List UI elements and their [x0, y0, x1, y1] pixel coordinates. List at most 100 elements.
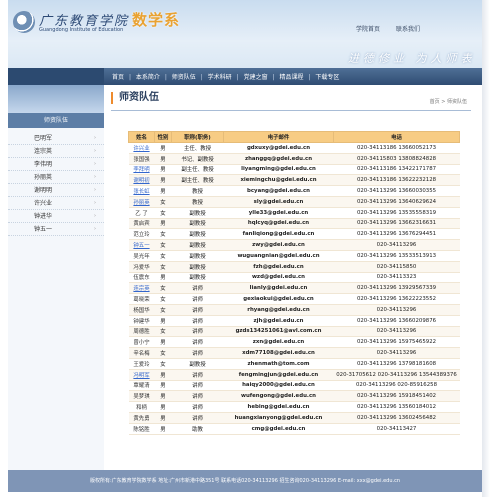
- staff-phone: 020-34113296 13798181608: [333, 358, 460, 370]
- staff-phone: 020-34113296 13929567339: [333, 282, 460, 295]
- chevron-right-icon: ›: [94, 135, 96, 141]
- staff-title: 讲师: [171, 347, 224, 359]
- header-email: 电子邮件: [223, 131, 334, 143]
- staff-email: wufengong@gdei.edu.cn: [223, 390, 334, 403]
- staff-phone: 020-34113296 13660209876: [333, 315, 460, 327]
- staff-name[interactable]: 连宗英: [128, 282, 155, 295]
- staff-sex: 男: [154, 380, 172, 392]
- breadcrumb[interactable]: 首页 > 师资队伍: [430, 98, 467, 105]
- table-row: 王爱玲女副教授 zhenmath@tom.com 020-34113296 1379…: [128, 358, 460, 370]
- staff-phone: 020-34113296 13622223552: [333, 293, 460, 305]
- sidebar-item[interactable]: 许兴业 ›: [8, 197, 104, 210]
- staff-title: 教授: [171, 196, 224, 208]
- staff-sex: 女: [154, 358, 172, 370]
- staff-name: 黄先勇: [128, 412, 155, 424]
- staff-name: 张国强: [128, 153, 155, 165]
- staff-title: 讲师: [171, 401, 224, 413]
- staff-title: 副教授: [171, 218, 224, 230]
- staff-name: 曾小宁: [128, 336, 155, 349]
- staff-email: hqlcyq@gdei.edu.cn: [223, 218, 334, 230]
- staff-title: 讲师: [171, 293, 224, 305]
- chevron-right-icon: ›: [94, 148, 96, 154]
- staff-sex: 女: [154, 228, 172, 241]
- staff-email: wuguangnian@gdei.edu.cn: [223, 250, 334, 262]
- staff-sex: 女: [154, 326, 172, 338]
- staff-email: fanliqiong@gdei.edu.cn: [223, 228, 334, 241]
- table-row: 范立玲女副教授 fanliqiong@gdei.edu.cn 020-3411329…: [128, 228, 460, 241]
- staff-name[interactable]: 冯明军: [128, 369, 155, 381]
- staff-title: 副主任、教授: [171, 164, 224, 176]
- chevron-right-icon: ›: [94, 226, 96, 232]
- nav-item-downloads[interactable]: 下载专区: [315, 74, 339, 81]
- staff-sex: 女: [154, 261, 172, 273]
- staff-email: gzds134251061@avl.com.cn: [223, 326, 334, 338]
- contact-link[interactable]: 联系我们: [396, 26, 420, 33]
- staff-email: lianly@gdei.edu.cn: [223, 282, 334, 295]
- staff-name[interactable]: 钟五一: [128, 239, 155, 251]
- nav-item-party[interactable]: 党建之窗: [244, 74, 268, 81]
- header-banner: 广东教育学院 Guangdong Institute of Education …: [8, 0, 482, 68]
- nav-item-faculty[interactable]: 师资队伍: [172, 74, 196, 81]
- nav-item-about[interactable]: 本系简介: [136, 74, 160, 81]
- sidebar-item[interactable]: 孙丽英 ›: [8, 171, 104, 184]
- staff-sex: 女: [154, 347, 172, 359]
- nav-item-courses[interactable]: 精品课程: [279, 74, 303, 81]
- staff-title: 讲师: [171, 326, 224, 338]
- staff-sex: 女: [154, 282, 172, 295]
- sidebar-item[interactable]: 连宗英 ›: [8, 145, 104, 158]
- staff-email: ylle33@gdei.edu.cn: [223, 207, 334, 219]
- staff-name: 吴光年: [128, 250, 155, 262]
- faculty-table: 姓名 性别 职称(职务) 电子邮件 电话 许兴业男主任、教授 gdxuxy@gde…: [128, 131, 460, 435]
- staff-sex: 男: [154, 423, 172, 435]
- staff-title: 副教授: [171, 272, 224, 284]
- staff-phone: 020-34113186 13422171787: [333, 164, 460, 176]
- staff-phone: 020-34113296 15918451402: [333, 390, 460, 403]
- staff-email: liyangming@gdei.edu.cn: [223, 164, 334, 176]
- header-title: 职称(职务): [171, 131, 224, 143]
- staff-email: zwy@gdei.edu.cn: [223, 239, 334, 251]
- school-name-en: Guangdong Institute of Education: [39, 27, 124, 33]
- staff-title: 讲师: [171, 282, 224, 295]
- nav-item-research[interactable]: 学术科研: [208, 74, 232, 81]
- table-row: 吴光年女副教授 wuguangnian@gdei.edu.cn 020-341132…: [128, 250, 460, 262]
- staff-title: 教授: [171, 185, 224, 197]
- nav-item-home[interactable]: 首页: [112, 74, 124, 81]
- table-row: 辛名梅女讲师 xdm77108@gdei.edu.cn 020-34113296: [128, 347, 460, 359]
- sidebar-banner-image: [8, 85, 104, 113]
- staff-email: fengmingjun@gdei.edu.cn: [223, 369, 334, 381]
- table-row: 周德胜女讲师 gzds134251061@avl.com.cn 020-341132…: [128, 326, 460, 338]
- staff-title: 副教授: [171, 207, 224, 219]
- table-row: 李拜明男副主任、教授 liyangming@gdei.edu.cn 020-3411…: [128, 164, 460, 176]
- staff-title: 副主任、教授: [171, 174, 224, 187]
- staff-sex: 男: [154, 272, 172, 284]
- chevron-right-icon: ›: [94, 174, 96, 180]
- sidebar-item[interactable]: 谢明明 ›: [8, 184, 104, 197]
- staff-email: huangxianyong@gdei.edu.cn: [223, 412, 334, 424]
- staff-phone: 020-34113186 13660052173: [333, 142, 460, 154]
- staff-name[interactable]: 张长虹: [128, 185, 155, 197]
- chevron-right-icon: ›: [94, 213, 96, 219]
- sidebar-item[interactable]: 巴明军 ›: [8, 132, 104, 145]
- sidebar-item[interactable]: 钟五一 ›: [8, 223, 104, 236]
- staff-phone: 020-34113186 13622232128: [333, 174, 460, 187]
- sidebar-item[interactable]: 李伟明 ›: [8, 158, 104, 171]
- staff-name[interactable]: 孙丽英: [128, 196, 155, 208]
- staff-email: haiqy2000@gdei.edu.cn: [223, 380, 334, 392]
- staff-name[interactable]: 谢明初: [128, 174, 155, 187]
- department-title: 数学系: [132, 11, 181, 29]
- staff-title: 讲师: [171, 315, 224, 327]
- staff-title: 讲师: [171, 369, 224, 381]
- staff-name[interactable]: 李拜明: [128, 164, 155, 176]
- home-link[interactable]: 学院首页: [356, 26, 380, 33]
- staff-title: 讲师: [171, 304, 224, 316]
- staff-email: xdm77108@gdei.edu.cn: [223, 347, 334, 359]
- sidebar-item[interactable]: 钟进华 ›: [8, 210, 104, 223]
- staff-name: 辛名梅: [128, 347, 155, 359]
- staff-sex: 男: [154, 369, 172, 381]
- table-row: 连宗英女讲师 lianly@gdei.edu.cn 020-34113296 139…: [128, 282, 460, 295]
- staff-sex: 男: [154, 174, 172, 187]
- staff-name: 王爱玲: [128, 358, 155, 370]
- staff-email: bcyang@gdei.edu.cn: [223, 185, 334, 197]
- staff-name[interactable]: 许兴业: [128, 142, 155, 154]
- staff-sex: 男: [154, 218, 172, 230]
